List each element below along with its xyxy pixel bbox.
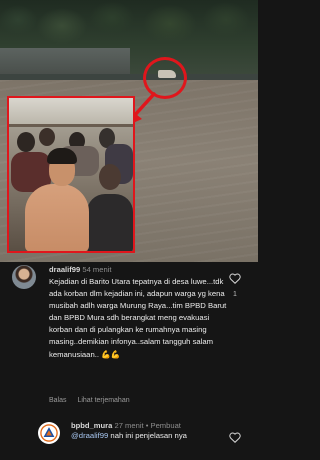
inset-window-light <box>9 98 133 126</box>
comment-header: bpbd_mura 27 menit • Pembuat <box>71 421 181 430</box>
translate-button[interactable]: Lihat terjemahan <box>77 397 129 404</box>
comment-header: draalif99 54 menit <box>49 265 112 274</box>
video-frame[interactable] <box>0 0 258 262</box>
inset-photo <box>7 96 135 253</box>
avatar[interactable] <box>38 422 60 444</box>
bpbd-logo-icon <box>40 424 58 442</box>
avatar[interactable] <box>12 265 36 289</box>
person-silhouette <box>39 128 55 146</box>
person-silhouette <box>99 164 121 190</box>
username[interactable]: draalif99 <box>49 265 80 274</box>
comment-time: 54 menit <box>82 265 112 274</box>
reply-button[interactable]: Balas <box>49 397 67 404</box>
comment-text: @draalif99 nah ini penjelasan nya <box>71 430 221 442</box>
username[interactable]: bpbd_mura <box>71 421 112 430</box>
mention-link[interactable]: @draalif99 <box>71 431 108 440</box>
inset-rail <box>9 124 133 127</box>
person-silhouette <box>25 184 89 251</box>
like-count: 1 <box>233 291 237 298</box>
comments-panel: draalif99 54 menit Kejadian di Barito Ut… <box>0 262 258 460</box>
person-silhouette <box>17 132 35 152</box>
person-silhouette <box>87 194 133 251</box>
heart-icon <box>229 273 241 284</box>
person-silhouette <box>47 148 77 164</box>
like-button[interactable] <box>228 430 242 448</box>
heart-icon <box>229 432 241 443</box>
creator-badge: • Pembuat <box>145 421 181 430</box>
comment-text: Kejadian di Barito Utara tepatnya di des… <box>49 277 227 359</box>
like-button[interactable]: 1 <box>228 271 242 298</box>
comment-actions: Balas Lihat terjemahan <box>49 397 139 404</box>
comment-time: 27 menit <box>114 421 144 430</box>
reply-body: nah ini penjelasan nya <box>108 431 187 440</box>
